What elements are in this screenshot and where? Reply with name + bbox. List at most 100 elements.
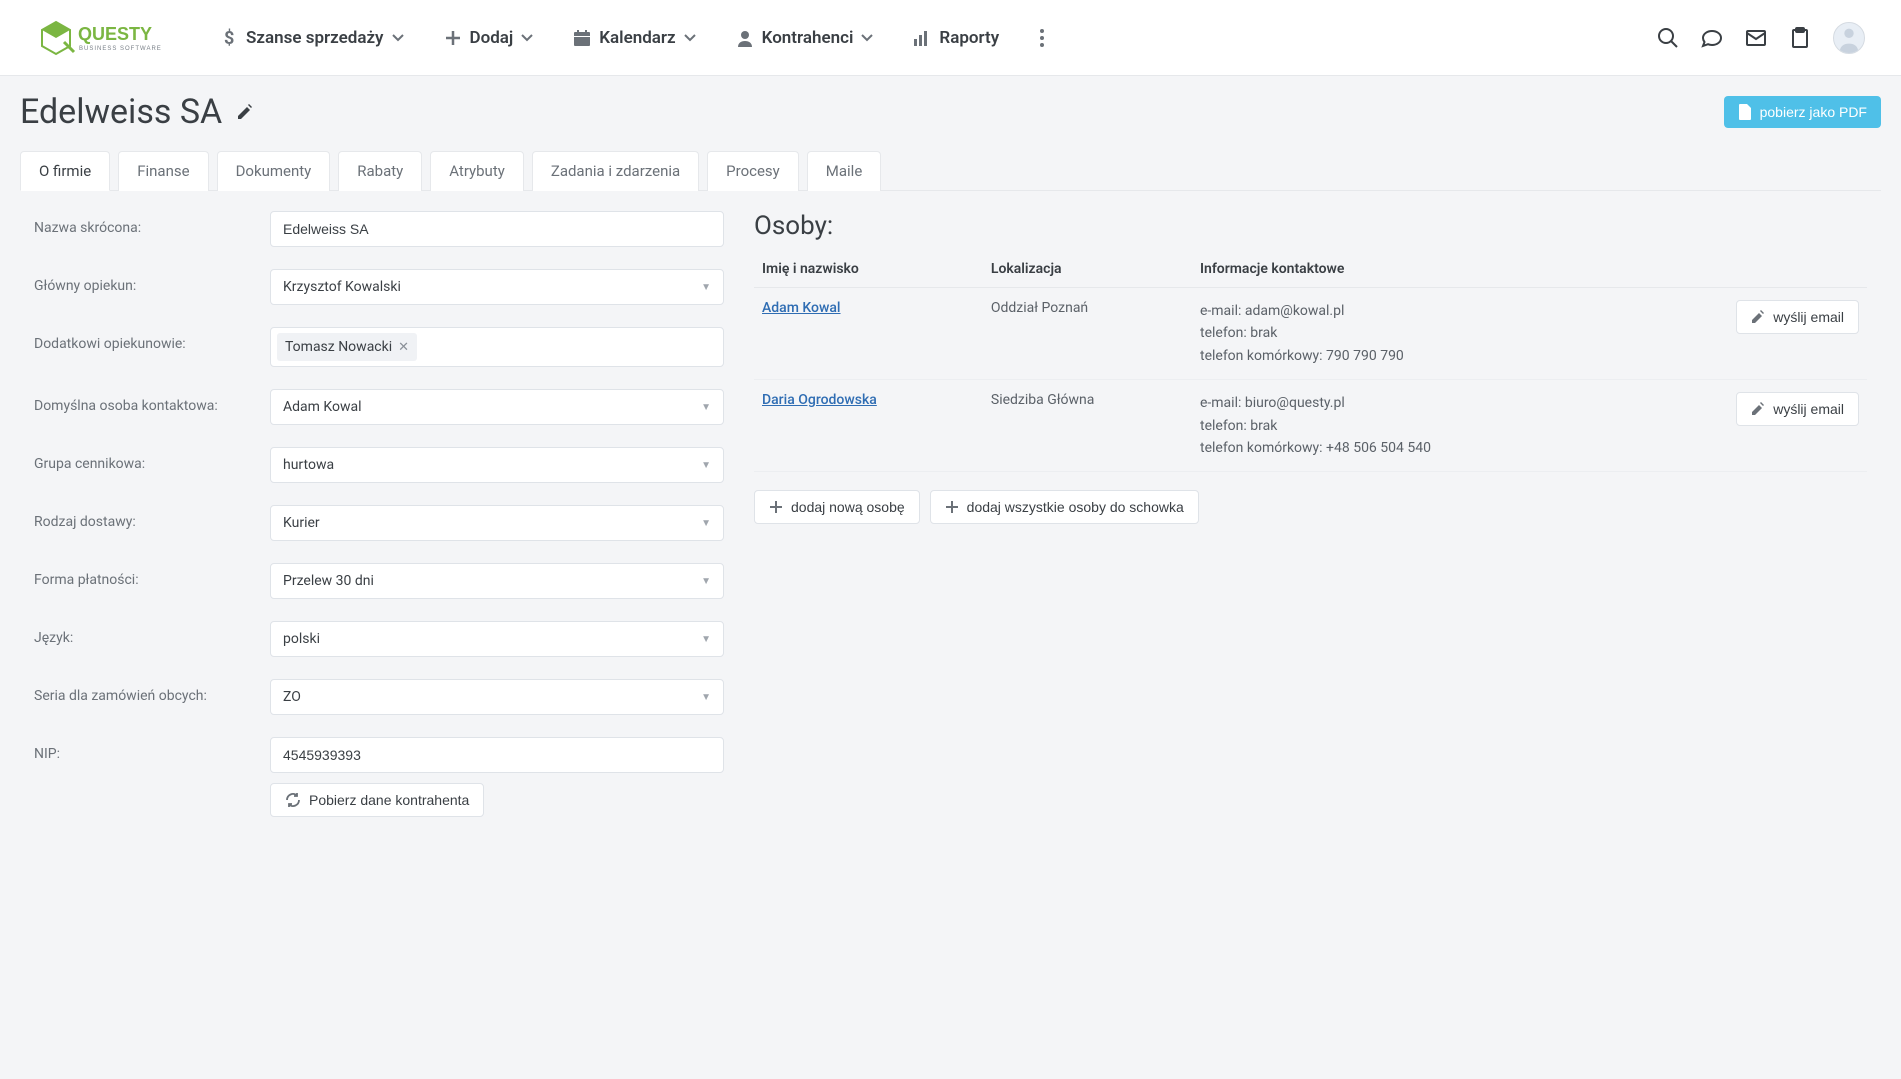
tab-about[interactable]: O firmie bbox=[20, 151, 110, 191]
pencil-icon bbox=[1751, 310, 1765, 324]
dollar-icon: $ bbox=[222, 28, 238, 48]
person-email: e-mail: biuro@questy.pl bbox=[1200, 392, 1616, 414]
nav-calendar[interactable]: Kalendarz bbox=[573, 28, 695, 48]
chevron-down-icon: ▼ bbox=[701, 402, 711, 413]
nav-more[interactable] bbox=[1039, 28, 1045, 48]
add-person-button[interactable]: dodaj nową osobę bbox=[754, 490, 920, 524]
page-title: Edelweiss SA bbox=[20, 92, 222, 132]
select-value: Adam Kowal bbox=[283, 399, 362, 415]
more-vertical-icon bbox=[1039, 28, 1045, 48]
send-email-button[interactable]: wyślij email bbox=[1736, 300, 1859, 334]
nav-add[interactable]: Dodaj bbox=[444, 28, 534, 48]
person-phone: telefon: brak bbox=[1200, 322, 1616, 344]
chevron-down-icon bbox=[861, 34, 873, 42]
chevron-down-icon bbox=[521, 34, 533, 42]
button-label: Pobierz dane kontrahenta bbox=[309, 792, 469, 808]
main-caretaker-select[interactable]: Krzysztof Kowalski ▼ bbox=[270, 269, 724, 305]
nav-contractors[interactable]: Kontrahenci bbox=[736, 28, 874, 48]
edit-icon[interactable] bbox=[236, 103, 254, 121]
persons-title: Osoby: bbox=[754, 211, 1867, 241]
avatar[interactable] bbox=[1833, 22, 1865, 54]
fetch-contractor-button[interactable]: Pobierz dane kontrahenta bbox=[270, 783, 484, 817]
file-icon bbox=[1738, 104, 1752, 120]
button-label: dodaj wszystkie osoby do schowka bbox=[967, 499, 1184, 515]
user-icon bbox=[736, 29, 754, 47]
logo[interactable]: QUESTY BUSINESS SOFTWARE bbox=[36, 18, 186, 58]
chevron-down-icon: ▼ bbox=[701, 282, 711, 293]
tab-tasks[interactable]: Zadania i zdarzenia bbox=[532, 151, 699, 191]
tab-documents[interactable]: Dokumenty bbox=[217, 151, 331, 191]
delivery-type-label: Rodzaj dostawy: bbox=[34, 505, 254, 530]
select-value: hurtowa bbox=[283, 457, 334, 473]
clipboard-icon[interactable] bbox=[1789, 27, 1811, 49]
select-value: Kurier bbox=[283, 515, 320, 531]
person-phone: telefon: brak bbox=[1200, 415, 1616, 437]
payment-form-select[interactable]: Przelew 30 dni ▼ bbox=[270, 563, 724, 599]
price-group-select[interactable]: hurtowa ▼ bbox=[270, 447, 724, 483]
tag-label: Tomasz Nowacki bbox=[285, 339, 392, 355]
table-row: Daria Ogrodowska Siedziba Główna e-mail:… bbox=[754, 380, 1867, 472]
short-name-input[interactable] bbox=[270, 211, 724, 247]
search-icon[interactable] bbox=[1657, 27, 1679, 49]
button-label: wyślij email bbox=[1773, 309, 1844, 325]
col-contact: Informacje kontaktowe bbox=[1192, 251, 1624, 288]
person-mobile: telefon komórkowy: +48 506 504 540 bbox=[1200, 437, 1616, 459]
chevron-down-icon: ▼ bbox=[701, 460, 711, 471]
mail-icon[interactable] bbox=[1745, 27, 1767, 49]
nav-reports[interactable]: Raporty bbox=[913, 28, 999, 48]
language-label: Język: bbox=[34, 621, 254, 646]
nip-label: NIP: bbox=[34, 737, 254, 762]
person-link[interactable]: Daria Ogrodowska bbox=[762, 392, 877, 408]
tab-finance[interactable]: Finanse bbox=[118, 151, 208, 191]
refresh-icon bbox=[285, 792, 301, 808]
page-header: Edelweiss SA pobierz jako PDF bbox=[20, 92, 1881, 132]
bar-chart-icon bbox=[913, 29, 931, 47]
caretaker-tag: Tomasz Nowacki ✕ bbox=[277, 333, 417, 361]
chevron-down-icon: ▼ bbox=[701, 518, 711, 529]
tab-attributes[interactable]: Atrybuty bbox=[430, 151, 524, 191]
person-location: Siedziba Główna bbox=[983, 380, 1192, 472]
chevron-down-icon: ▼ bbox=[701, 634, 711, 645]
plus-icon bbox=[444, 29, 462, 47]
chat-icon[interactable] bbox=[1701, 27, 1723, 49]
chevron-down-icon: ▼ bbox=[701, 692, 711, 703]
plus-icon bbox=[945, 500, 959, 514]
calendar-icon bbox=[573, 29, 591, 47]
tab-mails[interactable]: Maile bbox=[807, 151, 882, 191]
table-row: Adam Kowal Oddział Poznań e-mail: adam@k… bbox=[754, 288, 1867, 380]
download-pdf-button[interactable]: pobierz jako PDF bbox=[1724, 96, 1881, 128]
delivery-type-select[interactable]: Kurier ▼ bbox=[270, 505, 724, 541]
chevron-down-icon bbox=[392, 34, 404, 42]
tabs: O firmie Finanse Dokumenty Rabaty Atrybu… bbox=[20, 150, 1881, 191]
series-select[interactable]: ZO ▼ bbox=[270, 679, 724, 715]
nav-label: Kontrahenci bbox=[762, 28, 854, 48]
tab-discounts[interactable]: Rabaty bbox=[338, 151, 422, 191]
extra-caretakers-input[interactable]: Tomasz Nowacki ✕ bbox=[270, 327, 724, 367]
col-name: Imię i nazwisko bbox=[754, 251, 983, 288]
button-label: dodaj nową osobę bbox=[791, 499, 905, 515]
payment-form-label: Forma płatności: bbox=[34, 563, 254, 588]
send-email-button[interactable]: wyślij email bbox=[1736, 392, 1859, 426]
nip-input[interactable] bbox=[270, 737, 724, 773]
nav-label: Kalendarz bbox=[599, 28, 675, 48]
price-group-label: Grupa cennikowa: bbox=[34, 447, 254, 472]
person-link[interactable]: Adam Kowal bbox=[762, 300, 841, 316]
person-location: Oddział Poznań bbox=[983, 288, 1192, 380]
short-name-label: Nazwa skrócona: bbox=[34, 211, 254, 236]
tab-processes[interactable]: Procesy bbox=[707, 151, 799, 191]
nav-sales-chances[interactable]: $ Szanse sprzedaży bbox=[222, 28, 404, 48]
pencil-icon bbox=[1751, 402, 1765, 416]
person-mobile: telefon komórkowy: 790 790 790 bbox=[1200, 345, 1616, 367]
select-value: Przelew 30 dni bbox=[283, 573, 374, 589]
nav-label: Dodaj bbox=[470, 28, 514, 48]
svg-text:QUESTY: QUESTY bbox=[78, 24, 152, 44]
add-all-persons-button[interactable]: dodaj wszystkie osoby do schowka bbox=[930, 490, 1199, 524]
chevron-down-icon bbox=[684, 34, 696, 42]
close-icon[interactable]: ✕ bbox=[398, 340, 409, 355]
language-select[interactable]: polski ▼ bbox=[270, 621, 724, 657]
default-contact-select[interactable]: Adam Kowal ▼ bbox=[270, 389, 724, 425]
col-location: Lokalizacja bbox=[983, 251, 1192, 288]
svg-text:BUSINESS SOFTWARE: BUSINESS SOFTWARE bbox=[79, 46, 162, 52]
select-value: ZO bbox=[283, 689, 301, 705]
plus-icon bbox=[769, 500, 783, 514]
